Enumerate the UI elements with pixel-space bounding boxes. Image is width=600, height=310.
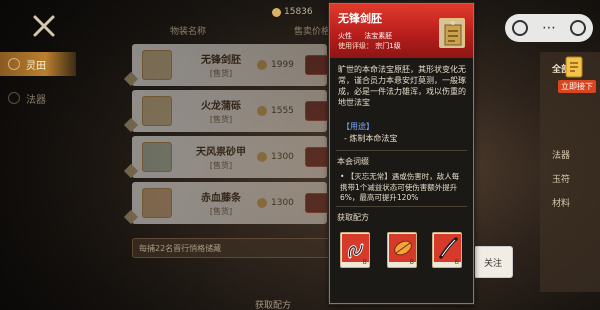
col-price-header: 售卖价格 [293,27,330,37]
category-faqi[interactable]: 法器 [552,148,570,161]
tab-label: 法器 [26,94,46,106]
item-tag: [售货] [209,115,233,124]
item-name: 无锋剑胚 [201,55,241,66]
recipe-count: 8 [454,258,459,266]
item-preview-icon [439,18,465,48]
item-name: 天风祟砂甲 [196,147,246,158]
list-item[interactable]: 火龙蒲砾 [售货] 1555 [123,90,367,133]
item-name: 火龙蒲砾 [201,101,241,112]
usage-item: - 炼制本命法宝 [344,134,398,143]
tab-lingtian[interactable]: 灵田 [0,52,76,76]
item-tag: [售货] [209,69,233,78]
close-circle-icon[interactable] [570,20,586,36]
affix-title: 本会词缀 [337,157,369,166]
type-label: 法宝素胚 [364,32,393,40]
currency-bar: 15836 [272,4,313,20]
item-list: 无锋剑胚 [售货] 1999 火龙蒲砾 [售货] 1555 天风祟砂甲 [售货]… [123,44,367,228]
tab-label: 灵田 [26,60,46,72]
item-thumbnail [142,96,172,126]
column-headers: 物装名称 售卖价格 [150,24,330,37]
affix-text: • 【灭忘无常】遇或伤害时，敌人每携带1个减益状态可使伤害额外提升6%，最高可提… [340,172,460,202]
level-value: 宗门1级 [375,42,401,50]
currency-value: 15836 [284,7,313,17]
more-icon[interactable]: ⋯ [542,20,556,36]
recipe-title: 获取配方 [337,213,369,222]
tab-dot-icon [8,92,20,104]
follow-label: 关注 [483,258,502,269]
coin-icon [257,106,267,116]
attribute-label: 火性 [338,32,352,40]
category-yufu[interactable]: 玉符 [552,172,570,185]
level-label: 使用评级： [338,42,373,50]
coin-icon [272,7,281,17]
hint-text: 每捕22名晋行悄格储藏 [139,243,222,253]
popup-level-line: 使用评级： 宗门1级 [338,41,401,51]
popup-attribute-line: 火性 法宝素胚 [338,31,392,41]
col-name-header: 物装名称 [170,27,207,37]
list-item[interactable]: 赤血藤条 [售货] 1300 [123,182,367,225]
item-thumbnail [142,142,172,172]
popup-title: 无锋剑胚 [338,12,382,25]
item-price: 1300 [257,152,294,162]
item-tag: [售货] [209,161,233,170]
item-thumbnail [142,188,172,218]
recipe-count: 8 [409,258,414,266]
hint-bar: 每捕22名晋行悄格储藏 [132,238,332,258]
usage-title: 【用途】 [342,122,374,131]
recipe-count: 8 [362,258,367,266]
category-cailiao[interactable]: 材料 [552,196,570,209]
item-description: 旷世的本命法宝原胚，其形状变化无常，谨合员力本悬安灯莫测，一般琢成，必是一件法力… [338,65,466,107]
left-tab-list: 灵田 法器 [0,52,80,162]
tab-faqi[interactable]: 法器 [0,86,76,110]
divider [336,150,467,151]
recipe-blade-icon[interactable]: 8 [432,232,462,268]
item-thumbnail [142,50,172,80]
eye-icon[interactable] [512,20,528,36]
divider [336,206,467,207]
coin-icon [257,60,267,70]
list-item[interactable]: 天风祟砂甲 [售货] 1300 [123,136,367,179]
close-icon[interactable] [32,14,56,38]
coin-icon [257,198,267,208]
item-name: 赤血藤条 [201,193,241,204]
coin-icon [257,152,267,162]
item-price: 1300 [257,198,294,208]
quest-badge-label[interactable]: 立即接下 [558,80,596,93]
popup-header: 无锋剑胚 火性 法宝素胚 使用评级： 宗门1级 [330,4,473,58]
bottom-recipe-label: 获取配方 [255,301,292,310]
recipe-flame-icon[interactable]: 8 [387,232,417,268]
list-item[interactable]: 无锋剑胚 [售货] 1999 [123,44,367,87]
mini-program-widget[interactable]: ⋯ [505,14,593,42]
item-price: 1555 [257,106,294,116]
follow-button[interactable]: 关注 [474,247,512,277]
tab-dot-icon [8,58,20,70]
item-tag: [售货] [209,207,233,216]
item-price: 1999 [257,60,294,70]
recipe-serpent-icon[interactable]: 8 [340,232,370,268]
item-detail-popup: 无锋剑胚 火性 法宝素胚 使用评级： 宗门1级 旷世的本命法宝原胚，其形状变化无… [329,3,474,304]
